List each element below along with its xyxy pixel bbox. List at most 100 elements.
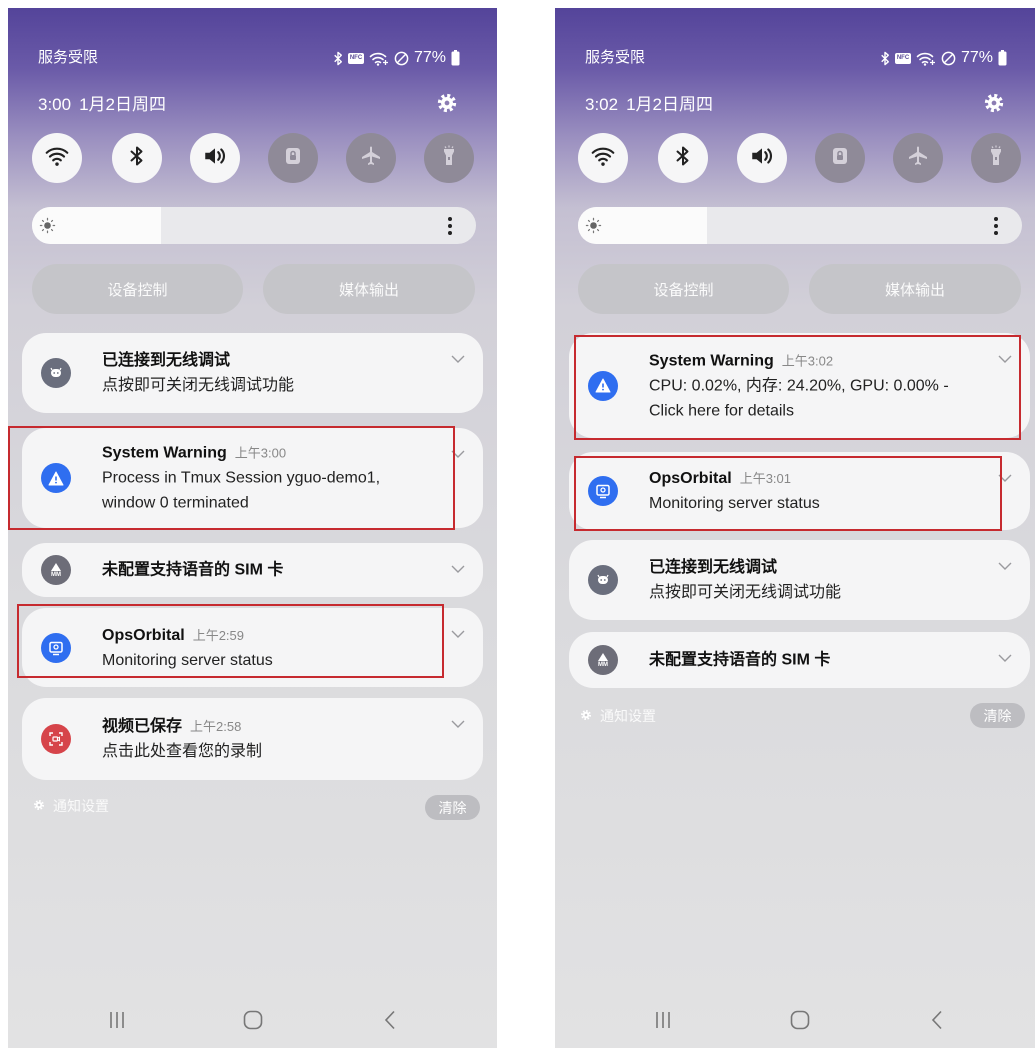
highlight-box-opsorbital-right	[574, 456, 1002, 531]
toggle-bluetooth[interactable]	[112, 133, 162, 183]
chevron-down-icon[interactable]	[998, 654, 1012, 662]
notification-title: 已连接到无线调试	[102, 352, 231, 369]
sim-icon: MM	[588, 645, 618, 675]
wifi-status-icon	[369, 50, 389, 66]
nfc-status-icon: NFC	[348, 52, 364, 64]
toggle-screen-lock[interactable]	[268, 133, 318, 183]
airplane-icon	[359, 144, 383, 173]
screen-lock-icon	[828, 144, 852, 173]
highlight-box-opsorbital-left	[17, 604, 444, 678]
chevron-down-icon[interactable]	[451, 565, 465, 573]
notification-body: 点按即可关闭无线调试功能	[649, 584, 842, 601]
bluetooth-status-icon	[333, 51, 343, 66]
settings-gear-icon[interactable]	[436, 92, 458, 114]
gear-icon	[33, 798, 45, 814]
screen-record-icon	[41, 724, 71, 754]
brightness-slider[interactable]	[32, 207, 476, 244]
clear-all-button[interactable]: 清除	[970, 703, 1025, 728]
settings-gear-icon[interactable]	[983, 92, 1005, 114]
highlight-box-system-warning-left	[8, 426, 455, 530]
battery-icon	[998, 50, 1007, 66]
clock-time: 3:00	[38, 95, 72, 114]
toggle-flashlight[interactable]	[971, 133, 1021, 183]
status-icons: NFC 77%	[880, 49, 1007, 67]
sound-icon	[749, 143, 775, 174]
back-icon[interactable]	[931, 1010, 943, 1035]
chevron-down-icon[interactable]	[451, 720, 465, 728]
more-options-icon[interactable]	[446, 216, 454, 241]
battery-icon	[451, 50, 460, 66]
bluetooth-status-icon	[880, 51, 890, 66]
notification-wireless-debugging[interactable]: 已连接到无线调试 点按即可关闭无线调试功能	[569, 540, 1030, 620]
device-control-button[interactable]: 设备控制	[578, 264, 789, 314]
toggle-screen-lock[interactable]	[815, 133, 865, 183]
more-options-icon[interactable]	[992, 216, 1000, 241]
battery-percent: 77%	[414, 49, 447, 66]
sun-icon	[585, 217, 602, 239]
wifi-status-icon	[916, 50, 936, 66]
notification-time: 上午2:58	[190, 719, 242, 734]
sim-icon: MM	[41, 555, 71, 585]
battery-percent: 77%	[961, 49, 994, 66]
sun-icon	[39, 217, 56, 239]
toggle-airplane[interactable]	[893, 133, 943, 183]
bluetooth-icon	[671, 144, 695, 173]
notification-title: 未配置支持语音的 SIM 卡	[102, 561, 284, 579]
highlight-box-system-warning-right	[574, 335, 1021, 440]
carrier-status: 服务受限	[38, 49, 99, 66]
clock-date: 3:02 1月2日周四	[585, 94, 713, 116]
wifi-icon	[590, 143, 616, 174]
clear-all-button[interactable]: 清除	[425, 795, 480, 820]
recent-apps-icon[interactable]	[655, 1011, 671, 1034]
carrier-status: 服务受限	[585, 49, 646, 66]
back-icon[interactable]	[384, 1010, 396, 1035]
toggle-flashlight[interactable]	[424, 133, 474, 183]
notification-title: 未配置支持语音的 SIM 卡	[649, 651, 831, 669]
airplane-icon	[906, 144, 930, 173]
toggle-wifi[interactable]	[32, 133, 82, 183]
flashlight-icon	[984, 144, 1008, 173]
notification-sim[interactable]: MM 未配置支持语音的 SIM 卡	[569, 632, 1030, 688]
notification-settings-link[interactable]: 通知设置	[580, 706, 656, 726]
status-icons: NFC 77%	[333, 49, 460, 67]
recent-apps-icon[interactable]	[109, 1011, 125, 1034]
notification-sim[interactable]: MM 未配置支持语音的 SIM 卡	[22, 543, 483, 597]
wireless-debugging-icon	[588, 565, 618, 595]
notification-video-saved[interactable]: 视频已保存 上午2:58 点击此处查看您的录制	[22, 698, 483, 780]
sound-icon	[202, 143, 228, 174]
date-label: 1月2日周四	[79, 95, 167, 114]
notification-settings-link[interactable]: 通知设置	[33, 796, 109, 816]
clock-time: 3:02	[585, 95, 619, 114]
clock-date: 3:00 1月2日周四	[38, 94, 166, 116]
brightness-slider[interactable]	[578, 207, 1022, 244]
chevron-down-icon[interactable]	[998, 562, 1012, 570]
toggle-bluetooth[interactable]	[658, 133, 708, 183]
toggle-sound[interactable]	[737, 133, 787, 183]
wifi-icon	[44, 143, 70, 174]
do-not-disturb-icon	[394, 51, 409, 66]
notification-title: 视频已保存	[102, 718, 183, 735]
notification-body: 点击此处查看您的录制	[102, 743, 263, 760]
toggle-wifi[interactable]	[578, 133, 628, 183]
flashlight-icon	[437, 144, 461, 173]
media-output-button[interactable]: 媒体输出	[809, 264, 1021, 314]
notification-wireless-debugging[interactable]: 已连接到无线调试 点按即可关闭无线调试功能	[22, 333, 483, 413]
toggle-sound[interactable]	[190, 133, 240, 183]
chevron-down-icon[interactable]	[451, 355, 465, 363]
gear-icon	[580, 708, 592, 724]
date-label: 1月2日周四	[626, 95, 714, 114]
home-icon[interactable]	[243, 1010, 263, 1035]
device-control-button[interactable]: 设备控制	[32, 264, 243, 314]
nfc-status-icon: NFC	[895, 52, 911, 64]
home-icon[interactable]	[790, 1010, 810, 1035]
toggle-airplane[interactable]	[346, 133, 396, 183]
notification-title: 已连接到无线调试	[649, 559, 778, 576]
chevron-down-icon[interactable]	[451, 630, 465, 638]
media-output-button[interactable]: 媒体输出	[263, 264, 475, 314]
bluetooth-icon	[125, 144, 149, 173]
screen-lock-icon	[281, 144, 305, 173]
notification-settings-label: 通知设置	[600, 708, 656, 724]
do-not-disturb-icon	[941, 51, 956, 66]
wireless-debugging-icon	[41, 358, 71, 388]
notification-settings-label: 通知设置	[53, 798, 109, 814]
